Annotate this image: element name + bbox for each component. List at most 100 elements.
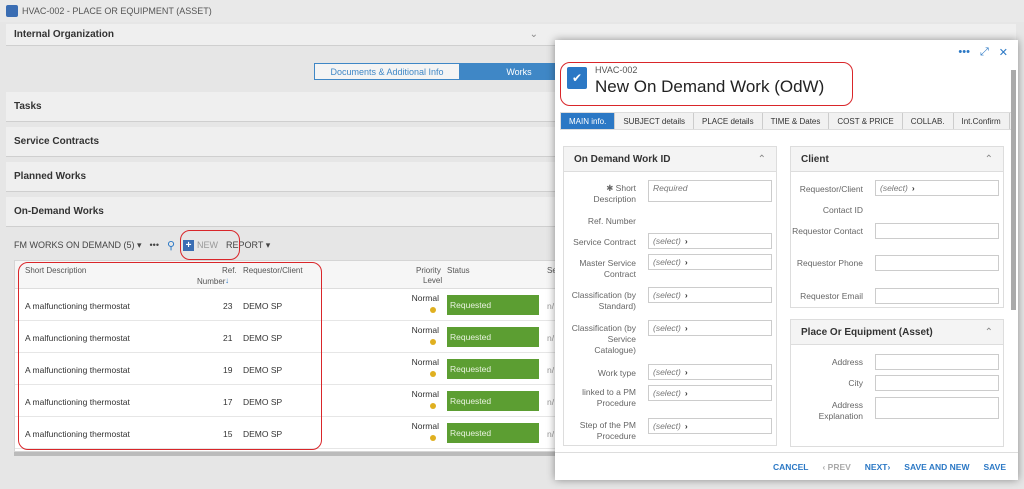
- requestor-select[interactable]: (select) ›: [875, 180, 999, 196]
- chevron-up-icon[interactable]: ⌃: [758, 154, 766, 165]
- short-description-input[interactable]: Required: [648, 180, 772, 202]
- select-placeholder: (select): [653, 367, 681, 377]
- panel-title: Place Or Equipment (Asset): [801, 326, 933, 338]
- window-titlebar: HVAC-002 - PLACE OR EQUIPMENT (ASSET): [0, 0, 1024, 22]
- chevron-right-icon: ›: [684, 257, 688, 267]
- status-badge: Requested: [447, 423, 539, 443]
- work-type-select[interactable]: (select) ›: [648, 364, 772, 380]
- requestor-email-input[interactable]: [875, 288, 999, 304]
- label-master-service-contract: Master Service Contract: [579, 258, 636, 279]
- section-title: On-Demand Works: [14, 206, 104, 217]
- priority-dot-icon: [430, 307, 436, 313]
- priority-dot-icon: [430, 339, 436, 345]
- label-requestor-contact: Requestor Contact: [792, 226, 863, 236]
- service-contract-select[interactable]: (select) ›: [648, 233, 772, 249]
- wizard-step[interactable]: COST & PRICE: [829, 113, 903, 129]
- cell-extra: n/: [547, 333, 555, 343]
- wizard-step[interactable]: MAIN info.: [561, 113, 616, 129]
- requestor-phone-input[interactable]: [875, 255, 999, 271]
- pm-step-select[interactable]: (select) ›: [648, 418, 772, 434]
- window-title: HVAC-002 - PLACE OR EQUIPMENT (ASSET): [22, 6, 212, 16]
- requestor-contact-input[interactable]: [875, 223, 999, 239]
- section-title: Tasks: [14, 101, 42, 112]
- status-badge: Requested: [447, 359, 539, 379]
- more-icon[interactable]: •••: [150, 240, 159, 250]
- building-icon: [6, 5, 18, 17]
- address-explanation-input[interactable]: [875, 397, 999, 419]
- chevron-right-icon: ›: [684, 290, 688, 300]
- save-button[interactable]: SAVE: [983, 462, 1006, 472]
- label-short-description: ✱ Short Description: [593, 183, 636, 204]
- pm-procedure-select[interactable]: (select) ›: [648, 385, 772, 401]
- wizard-steps: MAIN info. SUBJECT details PLACE details TI…: [560, 112, 1015, 130]
- status-badge: Requested: [447, 295, 539, 315]
- section-title: Internal Organization: [14, 29, 115, 40]
- panel-header[interactable]: Place Or Equipment (Asset) ⌃: [791, 320, 1003, 345]
- chevron-right-icon: ›: [684, 367, 688, 377]
- chevron-right-icon: ›: [684, 388, 688, 398]
- chevron-up-icon[interactable]: ⌃: [985, 327, 993, 338]
- label-classification-catalogue: Classification (by Service Catalogue): [571, 323, 636, 355]
- classification-catalogue-select[interactable]: (select) ›: [648, 320, 772, 336]
- chevron-down-icon[interactable]: ⌄: [530, 29, 538, 40]
- panel-title: Client: [801, 153, 829, 165]
- next-button[interactable]: NEXT›: [865, 462, 891, 472]
- dialog-footer: CANCEL ‹ PREV NEXT› SAVE AND NEW SAVE: [555, 452, 1018, 480]
- section-title: Service Contracts: [14, 136, 100, 147]
- panel-header[interactable]: Client ⌃: [791, 147, 1003, 172]
- cell-extra: n/: [547, 397, 555, 407]
- label-requestor: Requestor/Client: [799, 184, 863, 194]
- cell-priority: Normal: [411, 421, 439, 431]
- select-placeholder: (select): [653, 323, 681, 333]
- view-selector[interactable]: FM WORKS ON DEMAND (5) ▾: [14, 240, 142, 251]
- highlight-title: [560, 62, 853, 106]
- wizard-step[interactable]: PLACE details: [694, 113, 763, 129]
- priority-dot-icon: [430, 435, 436, 441]
- save-and-new-button[interactable]: SAVE AND NEW: [904, 462, 969, 472]
- cell-extra: n/: [547, 429, 555, 439]
- vertical-scrollbar[interactable]: [1011, 70, 1016, 310]
- label-address-explanation: Address Explanation: [818, 400, 863, 421]
- label-requestor-phone: Requestor Phone: [796, 258, 863, 268]
- chevron-right-icon: ›: [684, 323, 688, 333]
- cell-extra: n/: [547, 365, 555, 375]
- wizard-step[interactable]: COLLAB.: [903, 113, 954, 129]
- select-placeholder: (select): [880, 183, 908, 193]
- tab-documents[interactable]: Documents & Additional Info: [315, 64, 459, 79]
- cell-priority: Normal: [411, 325, 439, 335]
- classification-standard-select[interactable]: (select) ›: [648, 287, 772, 303]
- panel-client: Client ⌃ Requestor/Client (select) › Conta…: [790, 146, 1004, 308]
- expand-icon[interactable]: ⤢: [980, 46, 989, 59]
- close-icon[interactable]: ✕: [999, 46, 1008, 59]
- label-ref-number: Ref. Number: [587, 216, 636, 226]
- label-pm-step: Step of the PM Procedure: [579, 420, 636, 441]
- wizard-step[interactable]: Int.Confirm: [954, 113, 1010, 129]
- select-placeholder: (select): [653, 257, 681, 267]
- highlight-rows: [18, 262, 322, 450]
- master-service-contract-select[interactable]: (select) ›: [648, 254, 772, 270]
- select-placeholder: (select): [653, 388, 681, 398]
- chevron-up-icon[interactable]: ⌃: [985, 154, 993, 165]
- select-placeholder: (select): [653, 236, 681, 246]
- label-contact-id: Contact ID: [822, 205, 863, 215]
- horizontal-scrollbar[interactable]: [14, 452, 559, 456]
- select-placeholder: (select): [653, 290, 681, 300]
- select-placeholder: (select): [653, 421, 681, 431]
- prev-button[interactable]: ‹ PREV: [822, 462, 850, 472]
- address-input[interactable]: [875, 354, 999, 370]
- chevron-right-icon: ›: [684, 236, 688, 246]
- wizard-step[interactable]: TIME & Dates: [763, 113, 830, 129]
- col-status[interactable]: Status: [447, 266, 470, 275]
- more-icon[interactable]: •••: [958, 46, 970, 59]
- status-badge: Requested: [447, 327, 539, 347]
- panel-header[interactable]: On Demand Work ID ⌃: [564, 147, 776, 172]
- cancel-button[interactable]: CANCEL: [773, 462, 808, 472]
- priority-dot-icon: [430, 403, 436, 409]
- col-priority-level[interactable]: Level: [423, 276, 442, 285]
- wizard-step[interactable]: SUBJECT details: [615, 113, 694, 129]
- dialog-controls: ••• ⤢ ✕: [958, 46, 1008, 59]
- search-icon[interactable]: ⚲: [167, 239, 175, 252]
- label-address: Address: [831, 357, 863, 367]
- col-priority[interactable]: Priority: [416, 266, 441, 275]
- city-input[interactable]: [875, 375, 999, 391]
